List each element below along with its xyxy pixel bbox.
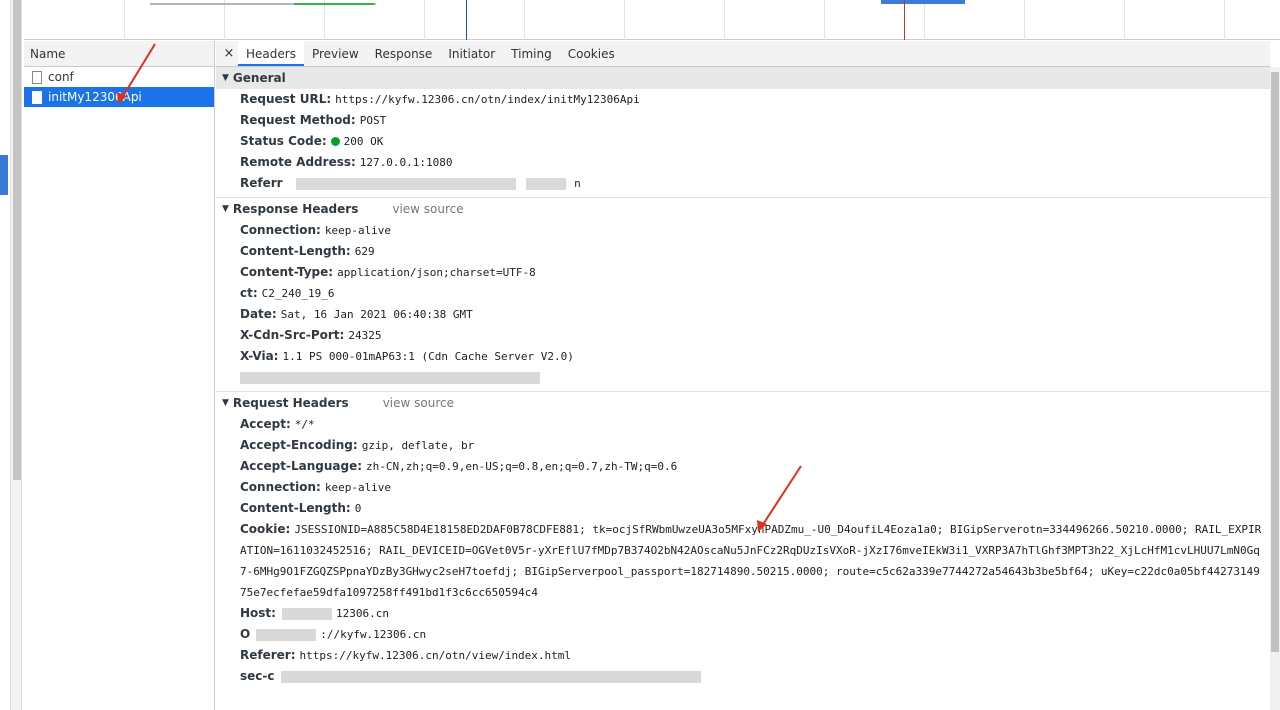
request-headers-section: ▼ Request Headers view source Accept: */*… xyxy=(216,392,1270,690)
response-headers-toggle[interactable]: ▼ Response Headers view source xyxy=(216,198,1270,220)
redaction-blur xyxy=(296,177,517,190)
general-section: ▼ General Request URL: https://kyfw.12306… xyxy=(216,67,1270,198)
expand-triangle-icon: ▼ xyxy=(222,73,229,83)
header-row: Content-Length: 0 xyxy=(240,501,362,515)
redaction-blur xyxy=(256,628,317,641)
header-row: X-Via: 1.1 PS 000-01mAP63:1 (Cdn Cache Se… xyxy=(240,349,574,363)
view-source-link[interactable]: view source xyxy=(383,392,454,414)
timeline-selection xyxy=(881,0,965,4)
header-row: Date: Sat, 16 Jan 2021 06:40:38 GMT xyxy=(240,307,473,321)
redaction-blur xyxy=(240,371,540,384)
header-row: Connection: keep-alive xyxy=(240,480,392,494)
tab-initiator[interactable]: Initiator xyxy=(440,41,503,66)
request-headers-toggle[interactable]: ▼ Request Headers view source xyxy=(216,392,1270,414)
general-section-toggle[interactable]: ▼ General xyxy=(216,67,1270,89)
response-headers-section: ▼ Response Headers view source Connectio… xyxy=(216,198,1270,392)
background-scrollbar-thumb[interactable] xyxy=(13,0,21,480)
background-window-edge xyxy=(0,0,24,710)
header-row: X-Cdn-Src-Port: 24325 xyxy=(240,328,382,342)
name-column-header[interactable]: Name xyxy=(24,41,214,67)
request-list-pane: Name conf initMy12306Api xyxy=(24,41,215,710)
header-row-redacted: Host: 12306.cn xyxy=(240,606,389,620)
section-title: General xyxy=(232,71,286,85)
tab-preview[interactable]: Preview xyxy=(304,41,367,66)
document-icon xyxy=(32,70,42,84)
network-timeline-overview[interactable] xyxy=(24,0,1280,40)
timeline-load-line xyxy=(904,0,905,40)
background-scrollbar[interactable] xyxy=(10,0,22,710)
request-row-conf[interactable]: conf xyxy=(24,67,214,87)
header-row-redacted xyxy=(216,367,1270,388)
redaction-blur xyxy=(280,670,701,683)
tab-response[interactable]: Response xyxy=(367,41,441,66)
header-row: Connection: keep-alive xyxy=(240,223,392,237)
expand-triangle-icon: ▼ xyxy=(222,204,229,214)
header-row: Content-Length: 629 xyxy=(240,244,375,258)
redaction-blur xyxy=(281,607,332,620)
header-row: Accept: */* xyxy=(240,417,315,431)
tab-timing[interactable]: Timing xyxy=(503,41,560,66)
background-window-highlight xyxy=(0,155,8,195)
tab-cookies[interactable]: Cookies xyxy=(560,41,623,66)
header-row: Content-Type: application/json;charset=UT… xyxy=(240,265,536,279)
header-row: Request Method: POST xyxy=(240,113,387,127)
close-icon[interactable]: × xyxy=(220,41,238,66)
header-row-redacted: sec-c xyxy=(216,666,1270,687)
expand-triangle-icon: ▼ xyxy=(222,398,229,408)
status-ok-icon xyxy=(330,137,340,146)
header-row-redacted: O://kyfw.12306.cn xyxy=(240,627,427,641)
header-row: Request URL: https://kyfw.12306.cn/otn/in… xyxy=(240,92,640,106)
header-row: ct: C2_240_19_6 xyxy=(240,286,335,300)
timeline-dom-line xyxy=(466,0,467,40)
request-details-pane: × Headers Preview Response Initiator Tim… xyxy=(216,41,1270,710)
tab-headers[interactable]: Headers xyxy=(238,41,304,66)
redaction-blur xyxy=(526,177,567,190)
view-source-link[interactable]: view source xyxy=(392,198,463,220)
details-scrollbar-thumb[interactable] xyxy=(1271,72,1279,652)
request-name: initMy12306Api xyxy=(48,90,142,104)
section-title: Request Headers xyxy=(232,396,349,410)
timeline-bar xyxy=(294,3,374,5)
header-row: Remote Address: 127.0.0.1:1080 xyxy=(240,155,453,169)
details-tab-bar: × Headers Preview Response Initiator Tim… xyxy=(216,41,1270,67)
request-name: conf xyxy=(48,70,74,84)
header-row: Status Code: 200 OK xyxy=(240,134,384,148)
details-scrollbar[interactable] xyxy=(1270,67,1280,710)
section-title: Response Headers xyxy=(232,202,359,216)
header-row: Referer: https://kyfw.12306.cn/otn/view/i… xyxy=(240,648,572,662)
header-row-redacted: Referr n xyxy=(240,176,581,190)
document-icon xyxy=(32,90,42,104)
header-row: Accept-Language: zh-CN,zh;q=0.9,en-US;q=0… xyxy=(240,459,678,473)
request-row-initMy12306Api[interactable]: initMy12306Api xyxy=(24,87,214,107)
header-row: Accept-Encoding: gzip, deflate, br xyxy=(240,438,475,452)
cookie-header-row: Cookie: JSESSIONID=A885C58D4E18158ED2DAF0… xyxy=(240,522,1262,599)
